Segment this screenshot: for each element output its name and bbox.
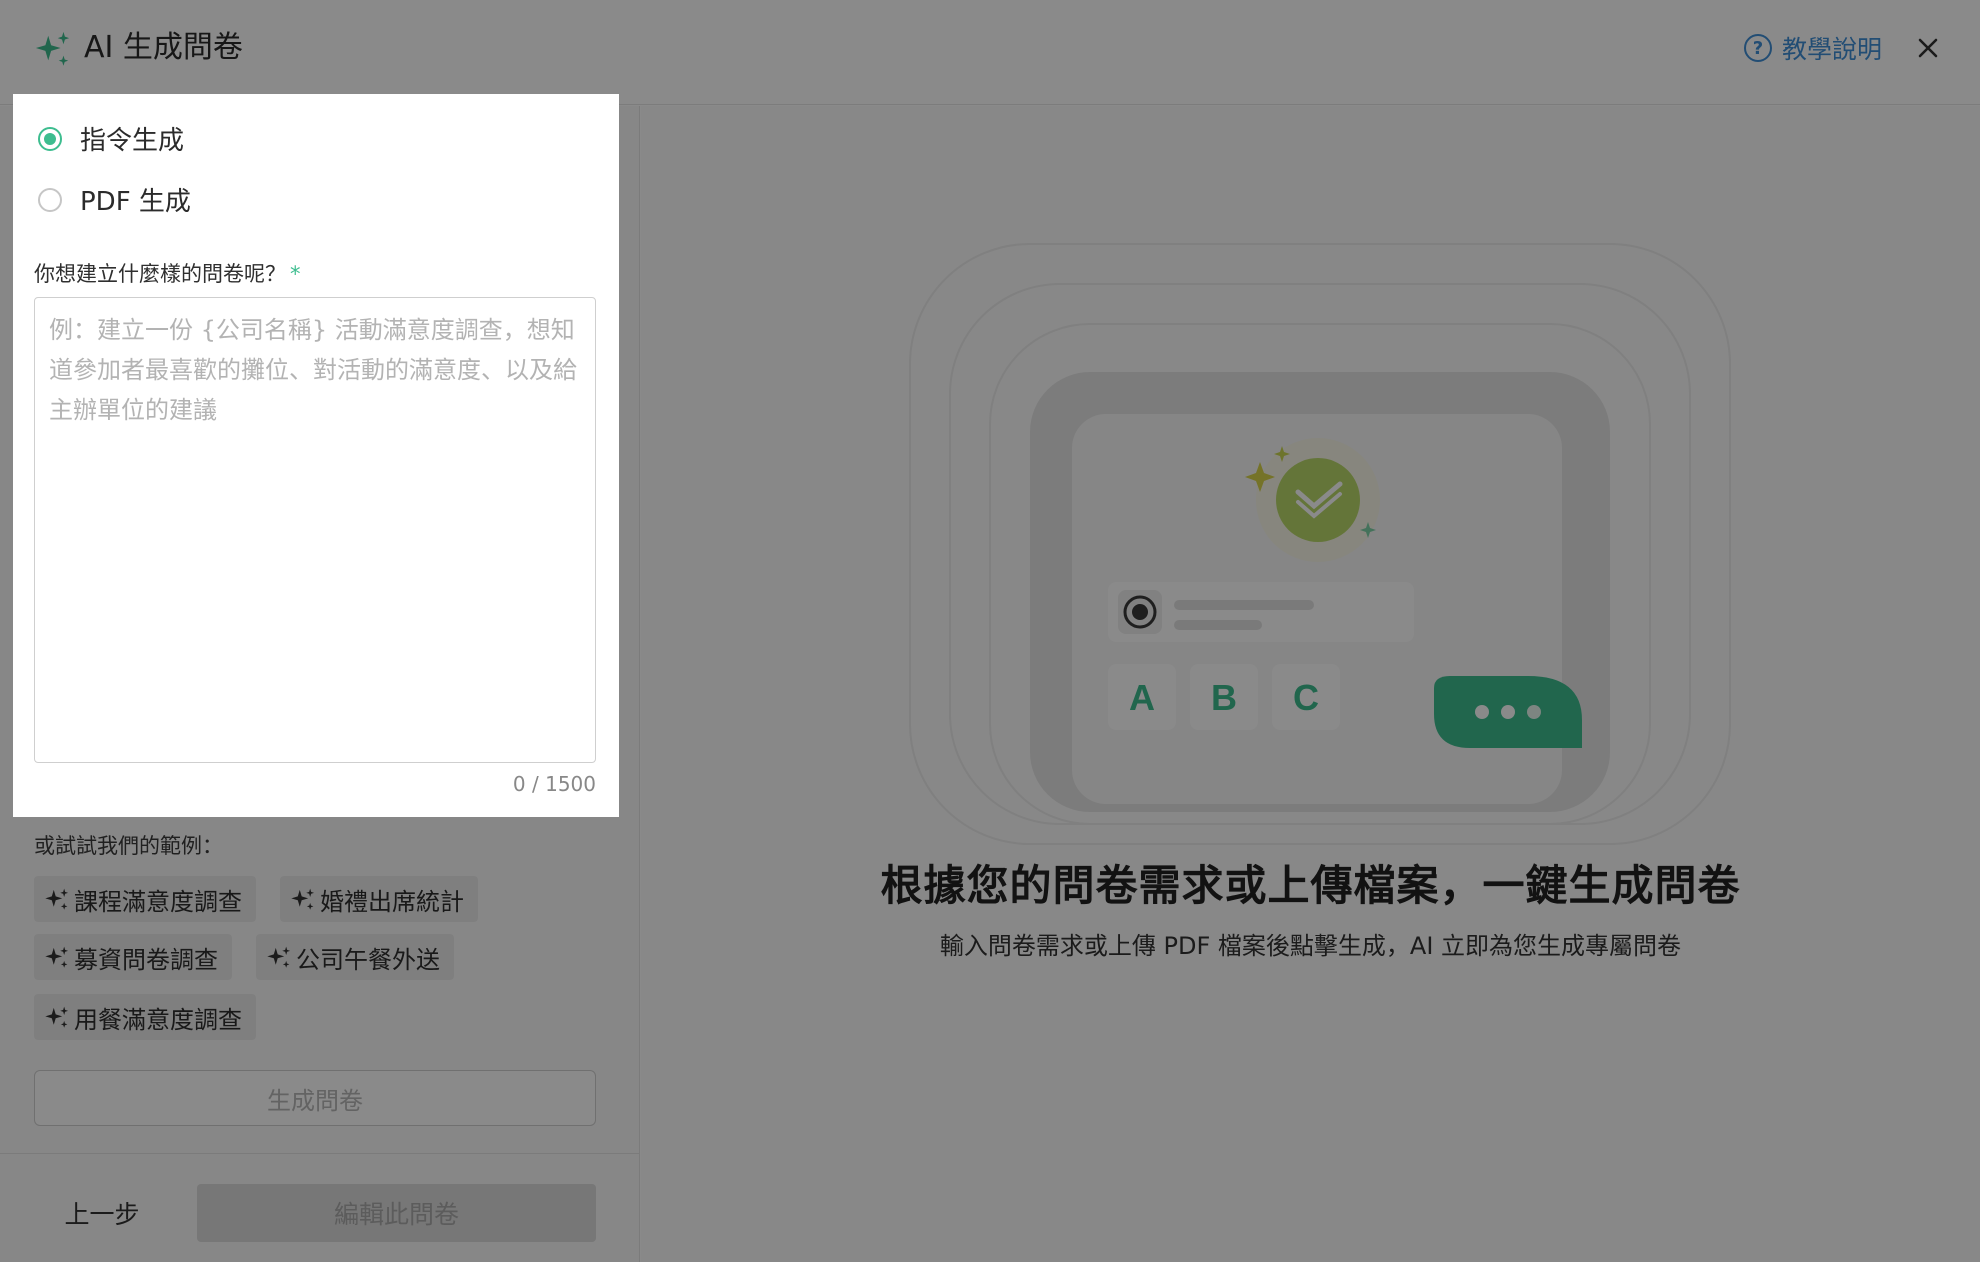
- generate-survey-button[interactable]: 生成問卷: [34, 1070, 596, 1126]
- help-link-label: 教學說明: [1782, 35, 1883, 64]
- example-chip[interactable]: 婚禮出席統計: [280, 876, 478, 922]
- chip-label: 公司午餐外送: [296, 945, 440, 974]
- help-circle-icon: ?: [1744, 34, 1772, 62]
- option-tile-label: A: [1129, 677, 1155, 718]
- required-mark: *: [290, 262, 301, 286]
- modal-title: AI 生成問卷: [84, 30, 243, 65]
- sparkle-icon: [35, 31, 70, 66]
- edit-survey-button[interactable]: 編輯此問卷: [197, 1184, 596, 1242]
- page: AI 生成問卷 ? 教學說明 或試試我們的範例： 課程滿意度調查 婚禮出席統計: [0, 0, 1980, 1262]
- prompt-field-label: 你想建立什麼樣的問卷呢？ *: [34, 258, 301, 288]
- mode-option-pdf[interactable]: PDF 生成: [38, 181, 191, 218]
- option-tile-label: C: [1293, 677, 1319, 718]
- radio-unchecked-icon: [38, 187, 62, 212]
- sparkle-icon: [291, 888, 315, 910]
- chip-label: 募資問卷調查: [74, 945, 218, 974]
- example-chip[interactable]: 課程滿意度調查: [34, 876, 256, 922]
- sparkle-icon: [45, 946, 69, 968]
- sparkle-icon: [45, 888, 69, 910]
- survey-prompt-textarea[interactable]: [34, 297, 596, 763]
- prompt-label-text: 你想建立什麼樣的問卷呢？: [34, 262, 286, 286]
- chip-label: 婚禮出席統計: [320, 887, 464, 916]
- footer-divider: [0, 1153, 640, 1154]
- radio-label: PDF 生成: [80, 187, 191, 217]
- previous-step-button[interactable]: 上一步: [34, 1184, 170, 1242]
- radio-label: 指令生成: [80, 126, 185, 156]
- prompt-input-card: 指令生成 PDF 生成 你想建立什麼樣的問卷呢？* 0 / 1500: [13, 94, 619, 817]
- chip-label: 用餐滿意度調查: [74, 1005, 242, 1034]
- chip-label: 課程滿意度調查: [74, 887, 242, 916]
- sparkle-icon: [45, 1006, 69, 1028]
- example-chip[interactable]: 募資問卷調查: [34, 934, 232, 980]
- help-link[interactable]: ? 教學說明: [1744, 28, 1882, 68]
- preview-subheading: 輸入問卷需求或上傳 PDF 檔案後點擊生成，AI 立即為您生成專屬問卷: [939, 932, 1682, 960]
- examples-label: 或試試我們的範例：: [34, 834, 223, 858]
- example-chip[interactable]: 公司午餐外送: [256, 934, 454, 980]
- character-counter: 0 / 1500: [512, 772, 596, 796]
- example-chip[interactable]: 用餐滿意度調查: [34, 994, 256, 1040]
- modal-header: AI 生成問卷 ? 教學說明: [0, 0, 1980, 105]
- option-tile-label: B: [1211, 677, 1237, 718]
- sparkle-icon: [267, 946, 291, 968]
- option-tiles: A B C: [1108, 664, 1340, 730]
- preview-heading: 根據您的問卷需求或上傳檔案，一鍵生成問卷: [880, 861, 1741, 910]
- mode-option-prompt[interactable]: 指令生成: [38, 120, 184, 157]
- survey-illustration: A B C: [909, 243, 1731, 845]
- close-icon[interactable]: [1908, 28, 1948, 68]
- radio-checked-icon: [38, 126, 62, 151]
